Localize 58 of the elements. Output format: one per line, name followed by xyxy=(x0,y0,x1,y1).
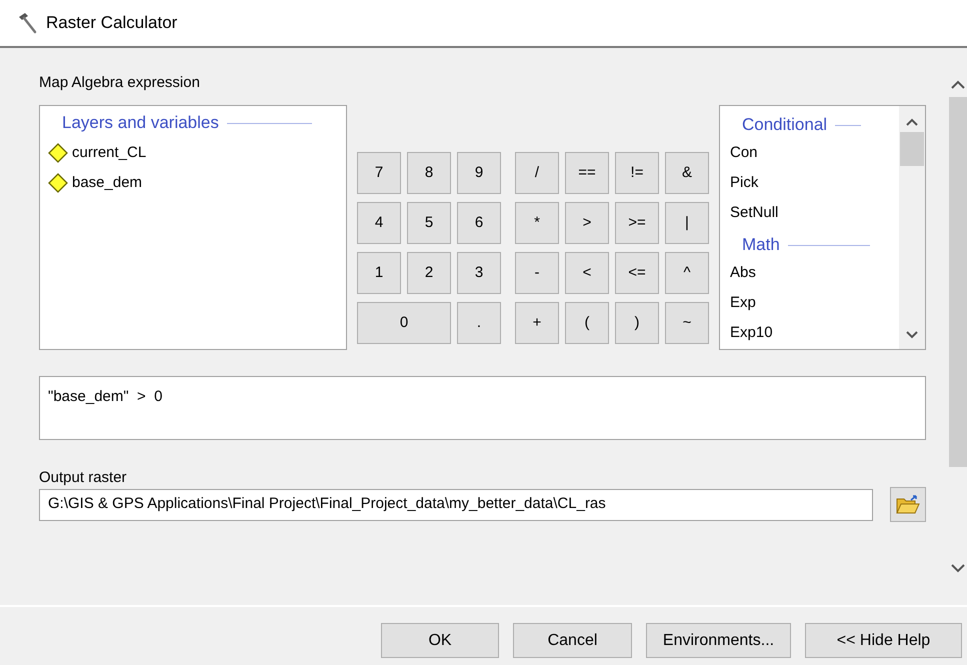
scroll-down-icon[interactable] xyxy=(950,564,964,573)
operator-key[interactable]: + xyxy=(515,302,559,344)
scroll-thumb[interactable] xyxy=(900,132,924,166)
calculator-key[interactable]: 1 xyxy=(357,252,401,294)
layer-item[interactable]: base_dem xyxy=(48,168,346,198)
scroll-up-icon[interactable] xyxy=(950,80,964,89)
operator-key[interactable]: ( xyxy=(565,302,609,344)
function-item[interactable]: Con xyxy=(730,138,899,168)
function-item[interactable]: Pick xyxy=(730,168,899,198)
dialog-button[interactable]: Cancel xyxy=(513,623,632,658)
list-heading: Layers and variables xyxy=(62,112,219,134)
section-label: Map Algebra expression xyxy=(39,73,201,92)
calculator-key[interactable]: 9 xyxy=(457,152,501,194)
function-item[interactable]: Exp xyxy=(730,288,899,318)
function-item[interactable]: Exp10 xyxy=(730,318,899,348)
calculator-key[interactable]: . xyxy=(457,302,501,344)
function-item[interactable]: Abs xyxy=(730,258,899,288)
window-title: Raster Calculator xyxy=(46,12,178,34)
browse-button[interactable] xyxy=(890,487,926,522)
calculator-key[interactable]: 3 xyxy=(457,252,501,294)
operator-key[interactable]: * xyxy=(515,202,559,244)
field-label: Output raster xyxy=(39,468,128,487)
output-raster-field[interactable]: G:\GIS & GPS Applications\Final Project\Final_Project_data\my_better_data\CL_ras xyxy=(39,488,873,520)
calculator-key[interactable]: 0 xyxy=(357,302,451,344)
scroll-bar[interactable] xyxy=(899,106,925,349)
operator-key[interactable]: / xyxy=(515,152,559,194)
scroll-down-icon[interactable] xyxy=(906,331,918,339)
list-heading: Conditional xyxy=(742,114,828,136)
dialog-button[interactable]: Environments... xyxy=(646,623,791,658)
calculator-key[interactable]: 7 xyxy=(357,152,401,194)
operator-key[interactable]: > xyxy=(565,202,609,244)
operator-key[interactable]: - xyxy=(515,252,559,294)
dialog-button[interactable]: << Hide Help xyxy=(805,623,962,658)
calculator-key[interactable]: 8 xyxy=(407,152,451,194)
calculator-key[interactable]: 2 xyxy=(407,252,451,294)
expression-field[interactable]: "base_dem" > 0 xyxy=(39,376,926,440)
operator-key[interactable]: != xyxy=(615,152,659,194)
operator-key[interactable]: < xyxy=(565,252,609,294)
operator-key[interactable]: >= xyxy=(615,202,659,244)
diamond-icon xyxy=(48,173,68,193)
folder-icon xyxy=(896,494,920,514)
list-heading: Math xyxy=(742,234,780,256)
calculator-key[interactable]: 5 xyxy=(407,202,451,244)
layer-item[interactable]: current_CL xyxy=(48,138,346,168)
operator-key[interactable]: & xyxy=(665,152,709,194)
scroll-up-icon[interactable] xyxy=(906,118,918,126)
operator-key[interactable]: | xyxy=(665,202,709,244)
scroll-thumb[interactable] xyxy=(948,97,966,467)
operator-key[interactable]: == xyxy=(565,152,609,194)
calculator-key[interactable]: 6 xyxy=(457,202,501,244)
operator-key[interactable]: ) xyxy=(615,302,659,344)
operator-key[interactable]: ~ xyxy=(665,302,709,344)
dialog-button[interactable]: OK xyxy=(381,623,499,658)
operator-key[interactable]: <= xyxy=(615,252,659,294)
diamond-icon xyxy=(48,143,68,163)
function-item[interactable]: SetNull xyxy=(730,198,899,228)
operator-key[interactable]: ^ xyxy=(665,252,709,294)
calculator-key[interactable]: 4 xyxy=(357,202,401,244)
